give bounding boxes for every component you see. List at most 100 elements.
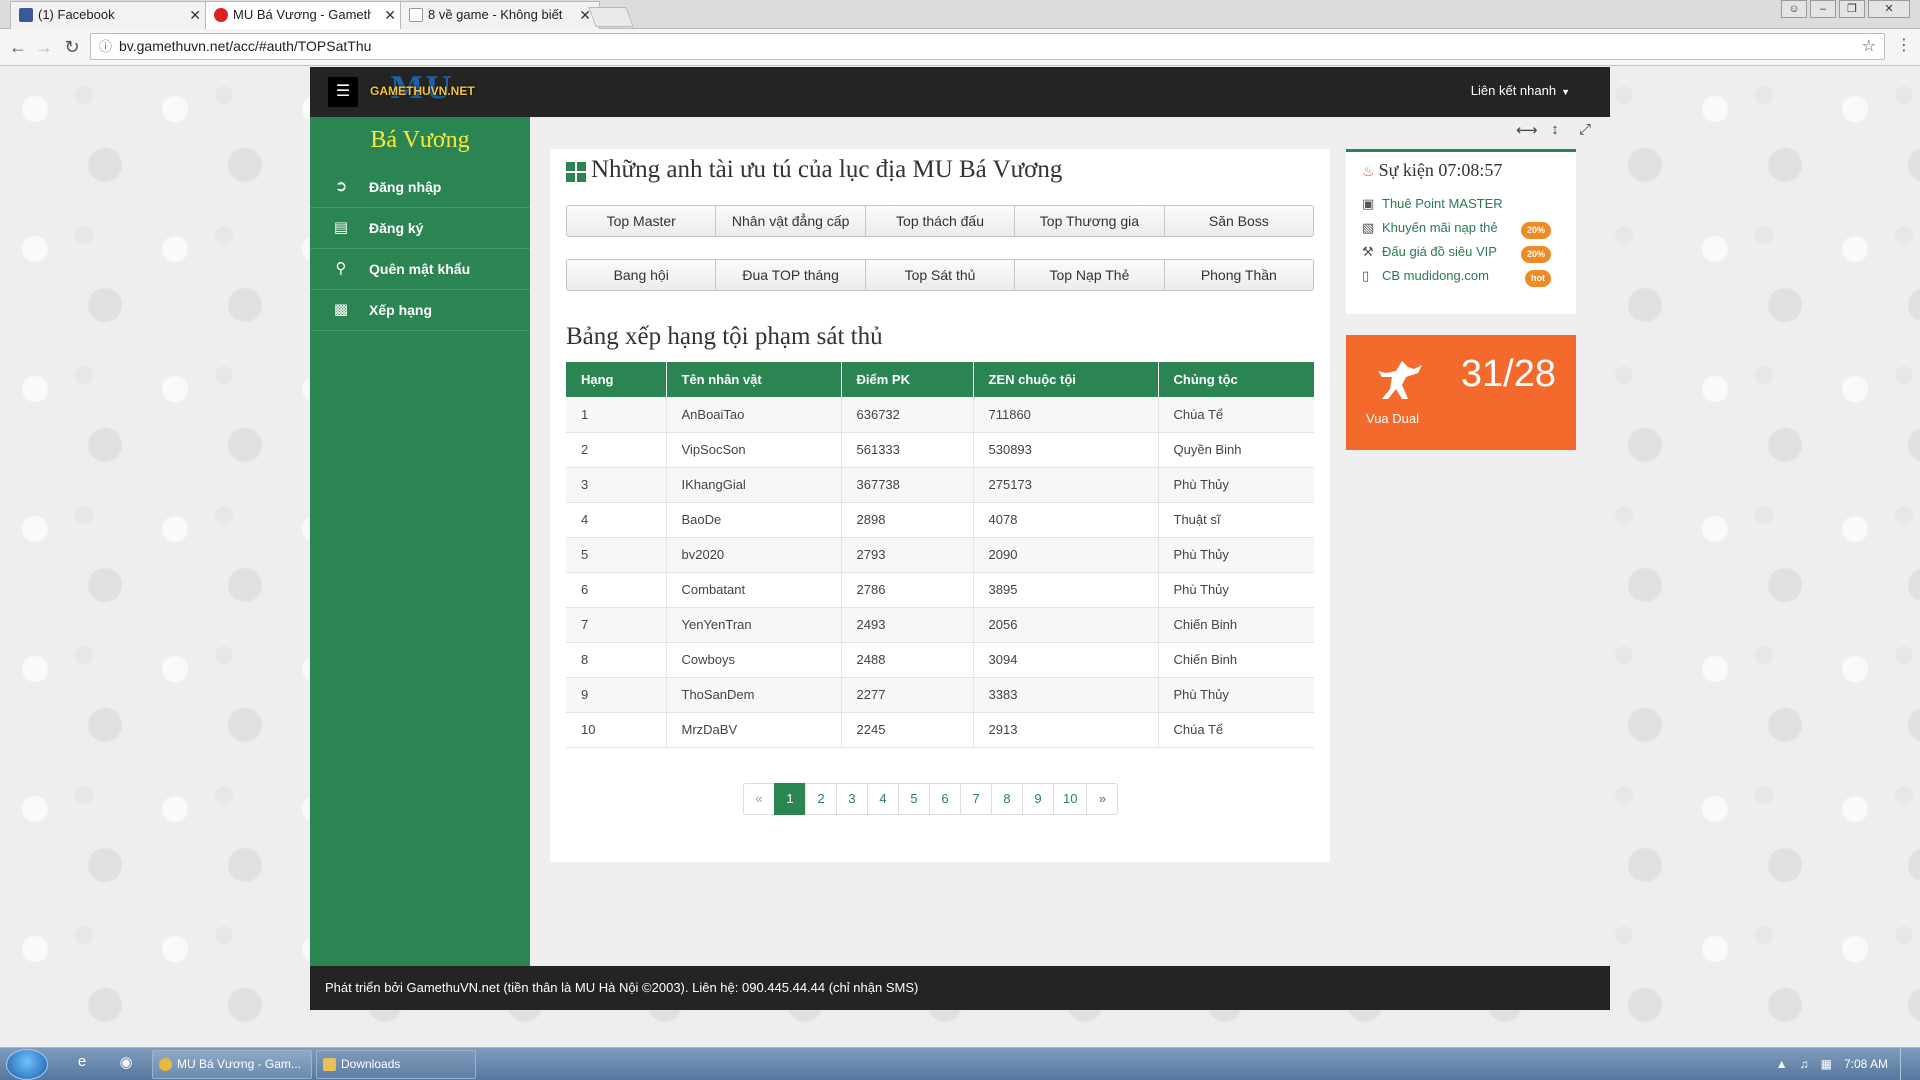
page-5-button[interactable]: 5 <box>898 783 930 815</box>
sidebar-title: Bá Vương <box>370 127 470 153</box>
event-title: ♨ Sự kiện 07:08:57 <box>1362 160 1502 181</box>
sidebar-item-ranking[interactable]: ▩ Xếp hạng <box>310 290 530 331</box>
cell-rank: 3 <box>566 467 667 503</box>
page-2-button[interactable]: 2 <box>805 783 837 815</box>
close-icon[interactable]: ✕ <box>384 2 396 28</box>
header-character-name: Tên nhân vật <box>666 362 842 397</box>
sidebar-item-login[interactable]: ➲ Đăng nhập <box>310 167 530 208</box>
cell-race: Phù Thủy <box>1158 467 1314 503</box>
cell-zen-ransom: 711860 <box>973 397 1159 433</box>
cell-pk-points: 2898 <box>841 502 974 538</box>
system-tray: ▲ ♫ ▦ 7:08 AM <box>1776 1048 1910 1080</box>
taskbar-downloads-window[interactable]: Downloads <box>316 1050 476 1079</box>
cell-zen-ransom: 2913 <box>973 712 1159 748</box>
header-rank: Hạng <box>566 362 667 397</box>
top-challenge-button[interactable]: Top thách đấu <box>864 205 1016 237</box>
top-killer-button[interactable]: Top Sát thủ <box>864 259 1016 291</box>
top-character-level-button[interactable]: Nhân vật đẳng cấp <box>715 205 866 237</box>
top-master-button[interactable]: Top Master <box>566 205 717 237</box>
cell-rank: 4 <box>566 502 667 538</box>
minimize-button[interactable]: – <box>1810 0 1836 18</box>
next-page-button[interactable]: » <box>1086 783 1119 815</box>
bookmark-star-icon[interactable]: ☆ <box>1862 34 1876 59</box>
page-7-button[interactable]: 7 <box>960 783 992 815</box>
tab-8-ve-game[interactable]: 8 về game - Không biết ✕ <box>400 1 600 29</box>
network-icon[interactable]: ▦ <box>1821 1048 1832 1080</box>
money-icon: ▧ <box>1362 220 1375 235</box>
cell-character-name: YenYenTran <box>666 607 842 643</box>
cell-rank: 6 <box>566 572 667 608</box>
close-window-button[interactable]: ✕ <box>1868 0 1910 18</box>
page-8-button[interactable]: 8 <box>991 783 1023 815</box>
page-title: Những anh tài ưu tú của lục địa MU Bá Vư… <box>591 156 1063 183</box>
caret-down-icon: ▼ <box>1561 87 1570 97</box>
cell-character-name: Cowboys <box>666 642 842 678</box>
windows-icon <box>566 162 586 182</box>
show-desktop-button[interactable] <box>1900 1048 1910 1080</box>
site-logo[interactable]: MU GAMETHUVN.NET <box>370 71 490 107</box>
monthly-top-button[interactable]: Đua TOP tháng <box>715 259 866 291</box>
event-item-label: Thuê Point MASTER <box>1382 196 1503 211</box>
sidebar-item-label: Đăng nhập <box>369 179 442 195</box>
event-item-rent-point[interactable]: ▣ Thuê Point MASTER <box>1362 194 1503 214</box>
cell-pk-points: 636732 <box>841 397 974 433</box>
info-icon[interactable]: ⓘ <box>99 34 112 59</box>
tab-facebook[interactable]: (1) Facebook ✕ <box>10 1 210 29</box>
cell-race: Quyền Binh <box>1158 432 1314 468</box>
cell-rank: 8 <box>566 642 667 678</box>
event-item-vip-auction[interactable]: ⚒ Đấu giá đồ siêu VIP <box>1362 242 1497 262</box>
event-item-card-promo[interactable]: ▧ Khuyến mãi nạp thẻ <box>1362 218 1498 238</box>
gift-icon: ▣ <box>1362 196 1375 211</box>
page-9-button[interactable]: 9 <box>1022 783 1054 815</box>
page-1-button[interactable]: 1 <box>774 783 806 815</box>
page-4-button[interactable]: 4 <box>867 783 899 815</box>
event-item-mudidong[interactable]: ▯ CB mudidong.com <box>1362 266 1489 286</box>
event-item-label: CB mudidong.com <box>1382 268 1489 283</box>
start-button[interactable] <box>6 1049 48 1080</box>
phong-than-button[interactable]: Phong Thần <box>1163 259 1315 291</box>
volume-icon[interactable]: ♫ <box>1800 1048 1809 1080</box>
sidebar: Bá Vương ➲ Đăng nhập ▤ Đăng ký ⚲ Quên mậ… <box>310 117 530 966</box>
new-tab-button[interactable] <box>588 7 634 27</box>
top-merchant-button[interactable]: Top Thương gia <box>1014 205 1165 237</box>
expand-horizontal-icon[interactable]: ⟷ <box>1516 121 1538 139</box>
previous-page-button[interactable]: « <box>743 783 775 815</box>
duel-king-panel[interactable]: 31/28 Vua Dual <box>1346 335 1576 450</box>
page-10-button[interactable]: 10 <box>1053 783 1088 815</box>
cell-character-name: MrzDaBV <box>666 712 842 748</box>
browser-tab-bar: (1) Facebook ✕ MU Bá Vương - Gamethu ✕ 8… <box>0 0 1920 30</box>
chrome-icon <box>159 1058 172 1071</box>
fullscreen-icon[interactable]: ⤢ <box>1576 121 1594 139</box>
top-recharge-button[interactable]: Top Nạp Thẻ <box>1014 259 1165 291</box>
tray-arrow-icon[interactable]: ▲ <box>1776 1048 1788 1080</box>
sidebar-item-register[interactable]: ▤ Đăng ký <box>310 208 530 249</box>
bar-chart-icon: ▩ <box>333 301 349 318</box>
table-row: 1 AnBoaiTao 636732 711860 Chúa Tể <box>566 397 1314 433</box>
taskbar-chrome-window[interactable]: MU Bá Vương - Gam... <box>152 1050 312 1079</box>
sidebar-item-forgot-password[interactable]: ⚲ Quên mật khẩu <box>310 249 530 290</box>
clock[interactable]: 7:08 AM <box>1844 1048 1888 1080</box>
firefox-icon[interactable]: ◉ <box>114 1053 138 1075</box>
page-6-button[interactable]: 6 <box>929 783 961 815</box>
tab-mu-ba-vuong[interactable]: MU Bá Vương - Gamethu ✕ <box>205 1 405 30</box>
maximize-button[interactable]: ❐ <box>1839 0 1865 18</box>
expand-vertical-icon[interactable]: ↕ <box>1546 121 1564 139</box>
menu-icon[interactable]: ⋮ <box>1896 35 1912 55</box>
boss-hunt-button[interactable]: Săn Boss <box>1163 205 1315 237</box>
table-row: 3 IKhangGial 367738 275173 Phù Thủy <box>566 467 1314 503</box>
logo-text: GAMETHUVN.NET <box>370 84 475 98</box>
mobile-icon: ▯ <box>1362 268 1370 283</box>
reload-icon[interactable]: ↻ <box>60 35 84 59</box>
forward-arrow-icon[interactable]: → <box>32 35 56 59</box>
page-icon <box>409 8 423 22</box>
hamburger-menu-icon[interactable]: ☰ <box>328 77 358 107</box>
back-arrow-icon[interactable]: ← <box>6 35 30 59</box>
guild-button[interactable]: Bang hội <box>566 259 717 291</box>
user-icon[interactable]: ☺ <box>1781 0 1807 18</box>
close-icon[interactable]: ✕ <box>189 2 201 28</box>
address-bar[interactable]: ⓘ bv.gamethuvn.net/acc/#auth/TOPSatThu ☆ <box>90 33 1885 60</box>
page-3-button[interactable]: 3 <box>836 783 868 815</box>
ie-icon[interactable]: e <box>70 1053 94 1075</box>
close-icon[interactable]: ✕ <box>579 2 591 28</box>
quick-link-dropdown[interactable]: Liên kết nhanh ▼ <box>1471 83 1570 98</box>
